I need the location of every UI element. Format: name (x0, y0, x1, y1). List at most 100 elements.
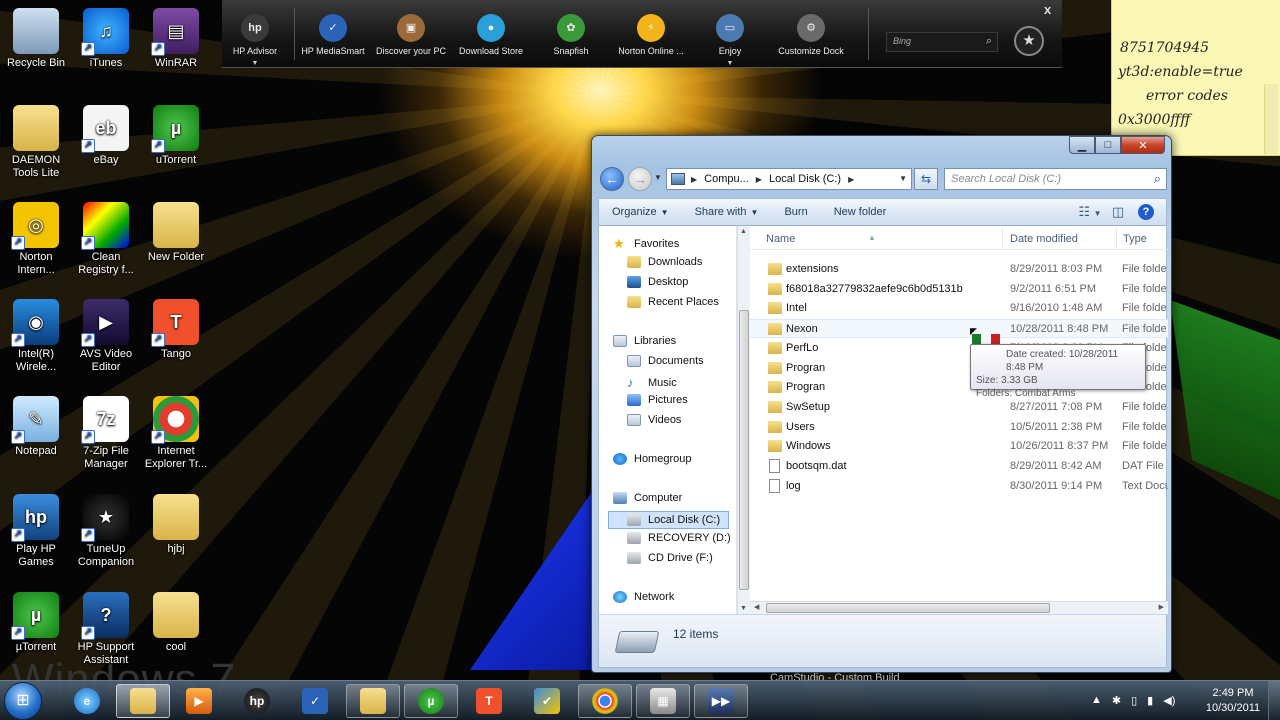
view-options-icon[interactable]: ☷ ▼ (1076, 204, 1104, 220)
desktop-icon[interactable]: T ↗ Tango (140, 299, 212, 361)
chevron-right-icon[interactable]: ▶ (691, 175, 697, 184)
desktop-icon[interactable]: DAEMON Tools Lite (0, 105, 72, 180)
desktop-icon[interactable]: ◉ ↗ Intel(R) Wirele... (0, 299, 72, 374)
file-row[interactable]: log 8/30/2011 9:14 PM Text Docu (750, 477, 1168, 496)
chevron-down-icon[interactable]: ▼ (214, 58, 296, 69)
dock-item[interactable]: ● Download Store (450, 14, 532, 57)
dock-item[interactable]: ⚙ Customize Dock (770, 14, 852, 57)
nav-pane-scrollbar[interactable]: ▲ ▼ (737, 226, 750, 614)
column-divider[interactable] (1002, 228, 1003, 248)
share-with-button[interactable]: Share with ▼ (682, 206, 772, 218)
column-date-modified[interactable]: Date modified (1010, 233, 1078, 245)
show-desktop-button[interactable] (1268, 681, 1280, 720)
close-button[interactable]: ✕ (1121, 136, 1165, 154)
preview-pane-icon[interactable]: ◫ (1104, 204, 1132, 220)
file-row[interactable]: SwSetup 8/27/2011 7:08 PM File folde (750, 398, 1168, 417)
desktop-icon[interactable]: cool (140, 592, 212, 654)
forward-button[interactable]: → (628, 167, 652, 191)
nav-favorites[interactable]: ★ Favorites (613, 236, 679, 252)
dock-item[interactable]: ▭ Enjoy ▼ (689, 14, 771, 69)
bluetooth-icon[interactable]: ✱ (1112, 694, 1121, 707)
help-icon[interactable]: ? (1138, 204, 1154, 220)
column-type[interactable]: Type (1123, 233, 1147, 245)
nav-libraries[interactable]: Libraries (613, 335, 676, 347)
clock[interactable]: 2:49 PM 10/30/2011 (1196, 686, 1270, 716)
desktop-icon[interactable]: hjbj (140, 494, 212, 556)
scroll-left-icon[interactable]: ◀ (754, 603, 759, 611)
refresh-button[interactable]: ⇆ (914, 168, 938, 190)
burn-button[interactable]: Burn (771, 206, 820, 218)
dock-item[interactable]: ▣ Discover your PC (370, 14, 452, 57)
minimize-button[interactable]: ▁ (1069, 136, 1095, 154)
desktop-icon[interactable]: Recycle Bin (0, 8, 72, 70)
start-button[interactable]: ⊞ (4, 682, 42, 720)
chevron-down-icon[interactable]: ▼ (899, 174, 907, 183)
file-row[interactable]: Intel 9/16/2010 1:48 AM File folde (750, 299, 1168, 318)
breadcrumb-computer[interactable]: Compu... (704, 173, 749, 185)
desktop-icon[interactable]: ◎ ↗ Norton Intern... (0, 202, 72, 277)
chevron-right-icon[interactable]: ▶ (756, 175, 762, 184)
taskbar-explorer[interactable] (116, 684, 170, 718)
desktop-icon[interactable]: ▶ ↗ AVS Video Editor (70, 299, 142, 374)
search-input[interactable]: Search Local Disk (C:) ⌕ (944, 168, 1167, 190)
new-folder-button[interactable]: New folder (821, 206, 900, 218)
taskbar-folder[interactable] (346, 684, 400, 718)
desktop-icon[interactable]: ▤ ↗ WinRAR (140, 8, 212, 70)
nav-computer[interactable]: Computer (613, 492, 682, 504)
taskbar-chrome[interactable] (578, 684, 632, 718)
nav-network[interactable]: Network (613, 591, 674, 603)
column-divider[interactable] (1116, 228, 1117, 248)
file-row[interactable]: bootsqm.dat 8/29/2011 8:42 AM DAT File (750, 457, 1168, 476)
desktop-icon[interactable]: µ ↗ uTorrent (140, 105, 212, 167)
volume-icon[interactable]: ◀) (1163, 694, 1175, 707)
chevron-right-icon[interactable]: ▶ (848, 175, 854, 184)
horizontal-scrollbar[interactable]: ◀ ▶ (750, 601, 1168, 614)
dock-item[interactable]: ✓ HP MediaSmart (292, 14, 374, 57)
nav-local-disk[interactable]: Local Disk (C:) (608, 511, 729, 529)
desktop-icon[interactable]: ★ ↗ TuneUp Companion (70, 494, 142, 569)
desktop-icon[interactable]: hp ↗ Play HP Games (0, 494, 72, 569)
desktop-icon[interactable]: New Folder (140, 202, 212, 264)
scrollbar-thumb[interactable] (739, 310, 749, 590)
taskbar-norton[interactable]: ✔ (520, 684, 574, 718)
file-row[interactable]: Windows 10/26/2011 8:37 PM File folde (750, 437, 1168, 456)
search-icon[interactable]: ⌕ (1154, 171, 1161, 187)
usb-icon[interactable]: ▯ (1131, 694, 1137, 707)
show-hidden-icons[interactable]: ▲ (1091, 694, 1102, 706)
desktop-icon[interactable]: µ ↗ µTorrent (0, 592, 72, 654)
network-icon[interactable]: ▮ (1147, 694, 1153, 707)
dock-item[interactable]: hp HP Advisor ▼ (214, 14, 296, 69)
nav-cd-drive[interactable]: CD Drive (F:) (627, 552, 713, 564)
nav-desktop[interactable]: Desktop (627, 276, 688, 288)
file-row[interactable]: Nexon 10/28/2011 8:48 PM File folde (750, 319, 1168, 339)
sticky-scrollbar[interactable] (1264, 84, 1278, 154)
nav-homegroup[interactable]: Homegroup (613, 453, 691, 465)
nav-pictures[interactable]: Pictures (627, 394, 688, 406)
desktop-icon[interactable]: eb ↗ eBay (70, 105, 142, 167)
taskbar-mediasmart[interactable]: ✓ (288, 684, 342, 718)
bing-search-input[interactable]: Bing ⌕ (886, 32, 998, 52)
dock-item[interactable]: ✿ Snapfish (530, 14, 612, 57)
file-row[interactable]: extensions 8/29/2011 8:03 PM File folde (750, 260, 1168, 279)
nav-videos[interactable]: Videos (627, 414, 681, 426)
file-row[interactable]: f68018a32779832aefe9c6b0d5131b 9/2/2011 6… (750, 280, 1168, 299)
scroll-right-icon[interactable]: ▶ (1159, 603, 1164, 611)
favorites-star-button[interactable]: ★ (1014, 26, 1044, 56)
breadcrumb-local-disk[interactable]: Local Disk (C:) (769, 173, 841, 185)
recent-pages-dropdown[interactable]: ▼ (654, 173, 662, 182)
nav-documents[interactable]: Documents (627, 355, 704, 367)
taskbar-ie[interactable]: e (60, 684, 114, 718)
desktop-icon[interactable]: ♫ ↗ iTunes (70, 8, 142, 70)
dock-close-button[interactable]: x (1044, 2, 1051, 17)
nav-recovery[interactable]: RECOVERY (D:) (627, 532, 731, 544)
column-name[interactable]: Name (766, 233, 795, 245)
taskbar-media-player[interactable]: ▶ (172, 684, 226, 718)
desktop-icon[interactable]: ↗ Clean Registry f... (70, 202, 142, 277)
sticky-note[interactable]: 8751704945 yt3d:enable=true error codes … (1111, 0, 1280, 156)
desktop-icon[interactable]: ↗ Internet Explorer Tr... (140, 396, 212, 471)
taskbar-fastforward[interactable]: ▶▶ (694, 684, 748, 718)
nav-downloads[interactable]: Downloads (627, 256, 702, 268)
search-icon[interactable]: ⌕ (986, 35, 992, 48)
chevron-down-icon[interactable]: ▼ (689, 58, 771, 69)
taskbar-hp[interactable]: hp (230, 684, 284, 718)
